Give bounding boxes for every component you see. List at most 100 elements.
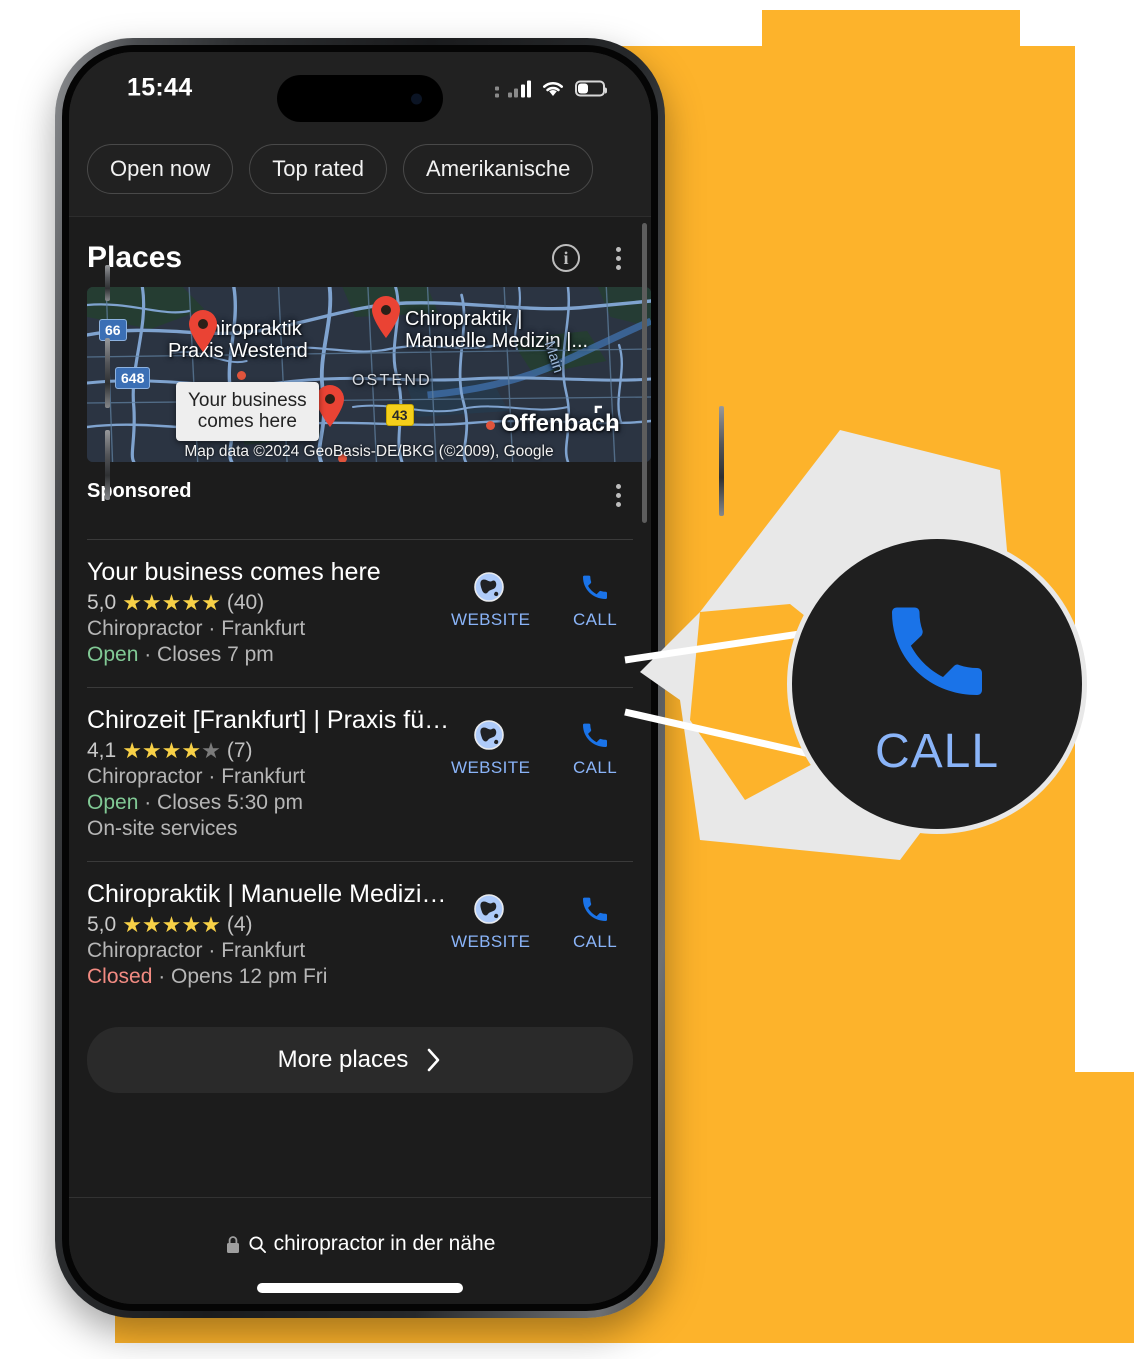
- listing-title[interactable]: Chirozeit [Frankfurt] | Praxis für...: [87, 706, 451, 735]
- list-item[interactable]: Your business comes here 5,0 ★★★★★ (40) …: [69, 540, 651, 687]
- rating-value: 5,0: [87, 913, 117, 936]
- road-shield-648: 648: [115, 367, 151, 389]
- sponsored-more-options-icon[interactable]: [608, 480, 629, 511]
- chip-top-rated[interactable]: Top rated: [249, 144, 388, 194]
- phone-device: 15:44 Open now Top rated Amerikanische P…: [55, 38, 724, 1318]
- rating-row: 5,0 ★★★★★ (40): [87, 591, 451, 615]
- rating-value: 4,1: [87, 739, 117, 762]
- star-rating-icon: ★★★★★: [122, 590, 221, 615]
- listing-hours: Closed · Opens 12 pm Fri: [87, 965, 328, 988]
- website-button[interactable]: WEBSITE: [451, 718, 531, 778]
- map-pin-westend[interactable]: [187, 309, 219, 353]
- map-poi-dot: [237, 371, 246, 380]
- url-row[interactable]: chiropractor in der nähe: [69, 1232, 651, 1256]
- sponsored-label: Sponsored: [87, 480, 192, 502]
- more-places-button[interactable]: More places: [87, 1027, 633, 1093]
- chevron-right-icon: [428, 1048, 440, 1072]
- website-button[interactable]: WEBSITE: [451, 892, 531, 952]
- power-button[interactable]: [719, 406, 724, 516]
- cellular-signal-icon: [494, 79, 499, 97]
- phone-screen: 15:44 Open now Top rated Amerikanische P…: [69, 52, 651, 1304]
- phone-icon: [892, 607, 982, 695]
- your-business-tooltip: Your business comes here: [176, 382, 319, 441]
- browser-bottom-bar: chiropractor in der nähe: [69, 1197, 651, 1304]
- call-button[interactable]: CALL: [557, 570, 633, 630]
- tooltip-line-1: Your business: [188, 390, 307, 411]
- listing-title[interactable]: Chiropraktik | Manuelle Medizin ...: [87, 880, 451, 909]
- places-header: Places i: [69, 217, 651, 287]
- status-bar: 15:44: [69, 52, 651, 124]
- map-attribution: Map data ©2024 GeoBasis-DE/BKG (©2009), …: [184, 443, 554, 460]
- star-rating-icon: ★★★★★: [122, 738, 221, 763]
- website-button[interactable]: WEBSITE: [451, 570, 531, 630]
- search-icon: [249, 1235, 266, 1253]
- call-button[interactable]: CALL: [557, 892, 633, 952]
- silent-switch[interactable]: [105, 265, 110, 301]
- review-count: (4): [226, 913, 253, 936]
- phone-icon: [557, 570, 633, 604]
- places-panel: Places i 66 648 43 Chiropraktik Praxis W…: [69, 216, 651, 1197]
- more-places-label: More places: [277, 1046, 409, 1073]
- hours-text: Opens 12 pm Fri: [171, 965, 328, 988]
- chip-open-now[interactable]: Open now: [87, 144, 234, 194]
- volume-up-button[interactable]: [105, 338, 110, 408]
- star-rating-icon: ★★★★★: [122, 912, 221, 937]
- lock-icon: [226, 1235, 239, 1253]
- map-label-manuelle-1: Chiropraktik |: [405, 308, 523, 330]
- phone-icon: [557, 892, 633, 926]
- sponsored-row: Sponsored: [69, 462, 651, 511]
- map-poi-dot: [486, 421, 495, 430]
- info-icon[interactable]: i: [552, 244, 580, 272]
- volume-down-button[interactable]: [105, 430, 110, 500]
- call-magnifier-callout: CALL: [787, 534, 1087, 834]
- expand-map-icon[interactable]: [593, 404, 619, 430]
- hours-text: Closes 5:30 pm: [157, 791, 303, 814]
- status-badge: Open: [87, 643, 139, 666]
- tooltip-line-2: comes here: [197, 411, 297, 433]
- map-label-ostend: OSTEND: [352, 372, 432, 389]
- chip-amerikanische[interactable]: Amerikanische: [403, 144, 594, 194]
- listing-actions: WEBSITE CALL: [451, 706, 633, 778]
- globe-icon: [451, 892, 527, 926]
- status-badge: Open: [87, 791, 139, 814]
- website-label: WEBSITE: [451, 610, 531, 629]
- review-count: (7): [226, 739, 253, 762]
- review-count: (40): [226, 591, 265, 614]
- listing-category: Chiropractor · Frankfurt: [87, 617, 306, 640]
- cellular-bars-icon: [507, 79, 531, 97]
- listing-actions: WEBSITE CALL: [451, 880, 633, 952]
- battery-icon: [575, 80, 607, 96]
- list-item[interactable]: Chiropraktik | Manuelle Medizin ... 5,0 …: [69, 862, 651, 1009]
- call-label: CALL: [572, 932, 618, 951]
- call-button[interactable]: CALL: [557, 718, 633, 778]
- dynamic-island: [277, 75, 443, 122]
- listing-hours: Open · Closes 5:30 pm: [87, 791, 303, 814]
- rating-row: 4,1 ★★★★★ (7): [87, 739, 451, 763]
- hours-text: Closes 7 pm: [157, 643, 274, 666]
- rating-row: 5,0 ★★★★★ (4): [87, 913, 451, 937]
- listing-extra: On-site services: [87, 817, 238, 840]
- listing-category: Chiropractor · Frankfurt: [87, 765, 306, 788]
- search-query-text: chiropractor in der nähe: [273, 1232, 496, 1255]
- listing-details: Your business comes here 5,0 ★★★★★ (40) …: [87, 558, 451, 667]
- more-options-icon[interactable]: [608, 243, 629, 274]
- filter-chips: Open now Top rated Amerikanische: [69, 124, 651, 216]
- screenshot-root: 15:44 Open now Top rated Amerikanische P…: [0, 0, 1134, 1359]
- website-label: WEBSITE: [451, 932, 531, 951]
- listing-category: Chiropractor · Frankfurt: [87, 939, 306, 962]
- places-map[interactable]: 66 648 43 Chiropraktik Praxis Westend Ch…: [87, 287, 651, 462]
- magnifier-call-label: CALL: [874, 724, 1000, 778]
- list-item[interactable]: Chirozeit [Frankfurt] | Praxis für... 4,…: [69, 688, 651, 861]
- home-indicator[interactable]: [257, 1283, 463, 1293]
- website-label: WEBSITE: [451, 758, 531, 777]
- map-pin-manuelle[interactable]: [370, 295, 402, 339]
- vertical-scrollbar[interactable]: [642, 223, 647, 523]
- front-camera-icon: [411, 93, 422, 104]
- wifi-icon: [543, 82, 563, 96]
- road-shield-66: 66: [99, 319, 127, 341]
- map-pin-your-business[interactable]: [314, 384, 346, 428]
- more-places-wrap: More places: [69, 1009, 651, 1093]
- globe-icon: [451, 570, 527, 604]
- status-indicators: [494, 79, 607, 98]
- listing-title[interactable]: Your business comes here: [87, 558, 451, 587]
